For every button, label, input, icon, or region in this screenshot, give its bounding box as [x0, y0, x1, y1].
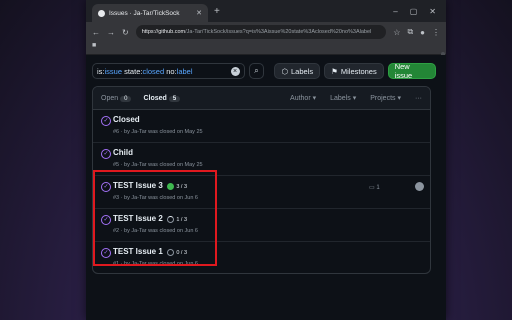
more-options-icon[interactable]: ···: [415, 95, 422, 102]
task-partial-icon: [166, 216, 174, 224]
closed-issue-icon: ✓: [101, 149, 111, 159]
list-item: ✓ TEST Issue 2 1 / 3 #2 · by Ja-Tar was …: [93, 209, 430, 242]
task-complete-icon: [166, 183, 174, 191]
minimize-icon[interactable]: –: [393, 7, 397, 16]
comment-icon: ▭: [369, 185, 375, 191]
issue-title[interactable]: TEST Issue 1 0 / 3: [113, 247, 187, 257]
search-button[interactable]: ⌕: [248, 63, 265, 79]
tab-title: Issues · Ja-Tar/TickSock: [109, 9, 180, 17]
search-icon: ⌕: [254, 66, 259, 75]
list-item: ✓ Child #5 · by Ja-Tar was closed on May…: [93, 143, 430, 176]
task-progress: 1 / 3: [166, 216, 187, 224]
extensions-icon[interactable]: ⧉: [407, 27, 413, 37]
browser-window: Issues · Ja-Tar/TickSock ✕ + – ▢ ✕ ← → ↻…: [86, 0, 446, 320]
closed-issue-icon: ✓: [101, 215, 111, 225]
issues-list-header: Open0 Closed5 Author Labels Projects ···: [93, 87, 430, 110]
clear-search-icon[interactable]: ×: [230, 66, 240, 76]
menu-icon[interactable]: ⋮: [432, 28, 440, 37]
issue-title[interactable]: Child: [113, 148, 133, 157]
task-progress: 3 / 3: [166, 183, 187, 191]
labels-button[interactable]: ⬡ Labels: [274, 63, 321, 79]
browser-tab[interactable]: Issues · Ja-Tar/TickSock ✕: [92, 4, 208, 22]
page-content: is:issue state:closed no:label × ⌕ ⬡ Labe…: [86, 55, 446, 320]
projects-filter[interactable]: Projects: [370, 94, 401, 102]
tab-open[interactable]: Open 0: [101, 95, 132, 102]
reload-icon[interactable]: ↻: [122, 28, 129, 37]
new-issue-button[interactable]: New issue: [387, 62, 436, 80]
issues-toolbar: is:issue state:closed no:label × ⌕ ⬡ Labe…: [92, 62, 436, 80]
closed-issue-icon: ✓: [101, 248, 111, 258]
issue-meta: #2 · by Ja-Tar was closed on Jun 6: [113, 228, 198, 234]
issue-title[interactable]: Closed: [113, 115, 140, 124]
tab-bar: Issues · Ja-Tar/TickSock ✕ + – ▢ ✕: [86, 0, 446, 22]
profile-icon[interactable]: ●: [420, 28, 425, 37]
github-icon: [98, 9, 105, 17]
close-window-icon[interactable]: ✕: [429, 7, 436, 16]
url-path: /Ja-Tar/TickSock/issues?q=is%3Aissue%20s…: [185, 29, 372, 35]
closed-issue-icon: ✓: [101, 182, 111, 192]
search-input[interactable]: is:issue state:closed no:label ×: [92, 63, 245, 79]
tab-closed[interactable]: Closed 5: [143, 95, 181, 102]
issues-list: Open0 Closed5 Author Labels Projects ···…: [92, 86, 431, 274]
avatar[interactable]: [415, 182, 424, 191]
url-host: https://github.com: [141, 29, 186, 35]
issue-meta: #6 · by Ja-Tar was closed on May 25: [113, 129, 203, 135]
maximize-icon[interactable]: ▢: [410, 7, 418, 16]
bookmark-star-icon[interactable]: ☆: [393, 28, 400, 37]
comment-count[interactable]: ▭ 1: [369, 184, 380, 191]
search-query: is:issue state:closed no:label: [97, 66, 193, 76]
apps-icon[interactable]: ■: [92, 42, 96, 49]
list-item: ✓ Closed #6 · by Ja-Tar was closed on Ma…: [93, 110, 430, 143]
issue-meta: #5 · by Ja-Tar was closed on May 25: [113, 162, 203, 168]
tag-icon: ⬡: [281, 66, 289, 76]
author-filter[interactable]: Author: [290, 94, 316, 102]
milestones-button[interactable]: ⚑ Milestones: [324, 63, 384, 79]
issue-title[interactable]: TEST Issue 2 1 / 3: [113, 214, 187, 224]
list-item: ✓ TEST Issue 1 0 / 3 #1 · by Ja-Tar was …: [93, 242, 430, 273]
closed-issue-icon: ✓: [101, 116, 111, 126]
forward-icon[interactable]: →: [107, 28, 115, 37]
address-toolbar: ← → ↻ https://github.com/Ja-Tar/TickSock…: [86, 22, 446, 42]
bookmarks-bar: ■: [86, 42, 446, 55]
close-tab-icon[interactable]: ✕: [196, 9, 202, 17]
task-progress: 0 / 3: [166, 249, 187, 257]
task-empty-icon: [166, 249, 174, 257]
labels-filter[interactable]: Labels: [330, 94, 356, 102]
new-tab-icon[interactable]: +: [214, 6, 220, 17]
issue-meta: #3 · by Ja-Tar was closed on Jun 6: [113, 195, 198, 201]
back-icon[interactable]: ←: [92, 28, 100, 37]
issue-meta: #1 · by Ja-Tar was closed on Jun 6: [113, 261, 198, 267]
milestone-icon: ⚑: [331, 66, 338, 76]
address-bar[interactable]: https://github.com/Ja-Tar/TickSock/issue…: [135, 25, 387, 39]
issue-title[interactable]: TEST Issue 3 3 / 3: [113, 181, 187, 191]
list-item: ✓ TEST Issue 3 3 / 3 #3 · by Ja-Tar was …: [93, 176, 430, 209]
